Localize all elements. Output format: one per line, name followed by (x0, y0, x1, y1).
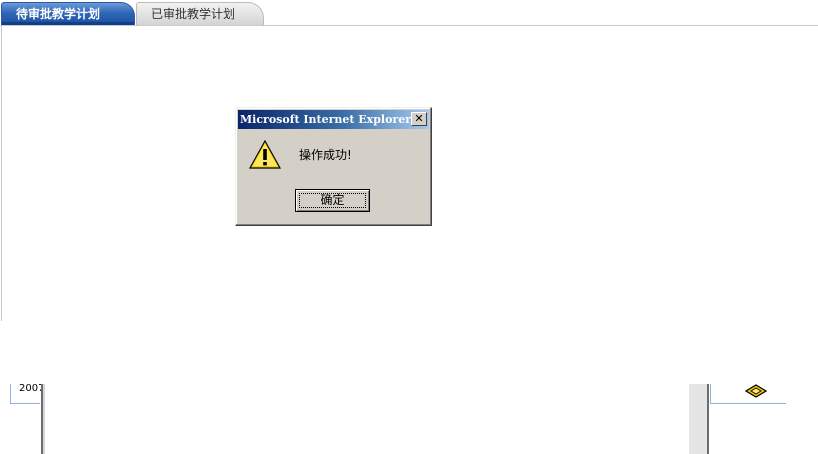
ok-button[interactable]: 确定 (295, 189, 370, 212)
tab-approved-plans-label: 已审批教学计划 (151, 7, 236, 21)
year-cell: 2007 (10, 384, 44, 404)
frame-divider-right (707, 384, 709, 454)
table-fragment: 2007 (0, 384, 818, 454)
dialog-title: Microsoft Internet Explorer (240, 113, 412, 126)
alert-dialog: Microsoft Internet Explorer ✕ 操作成功! 确定 (235, 107, 432, 226)
tab-strip: 待审批教学计划 已审批教学计划 (0, 0, 818, 27)
diamond-arrow-icon[interactable] (745, 384, 767, 398)
tab-approved-plans[interactable]: 已审批教学计划 (136, 2, 264, 25)
page-root: 待审批教学计划 已审批教学计划 2007 Microsoft Internet … (0, 0, 818, 454)
close-button[interactable]: ✕ (411, 112, 427, 126)
dialog-message: 操作成功! (299, 148, 352, 162)
close-icon: ✕ (414, 112, 424, 125)
tab-pending-plans[interactable]: 待审批教学计划 (1, 2, 135, 25)
frame-divider-left-shadow (43, 384, 45, 454)
scrollbar-track[interactable] (689, 384, 707, 454)
warning-icon (249, 139, 281, 169)
tab-pending-plans-label: 待审批教学计划 (16, 7, 101, 21)
dialog-titlebar[interactable]: Microsoft Internet Explorer ✕ (238, 110, 429, 129)
ok-button-label: 确定 (299, 193, 366, 208)
